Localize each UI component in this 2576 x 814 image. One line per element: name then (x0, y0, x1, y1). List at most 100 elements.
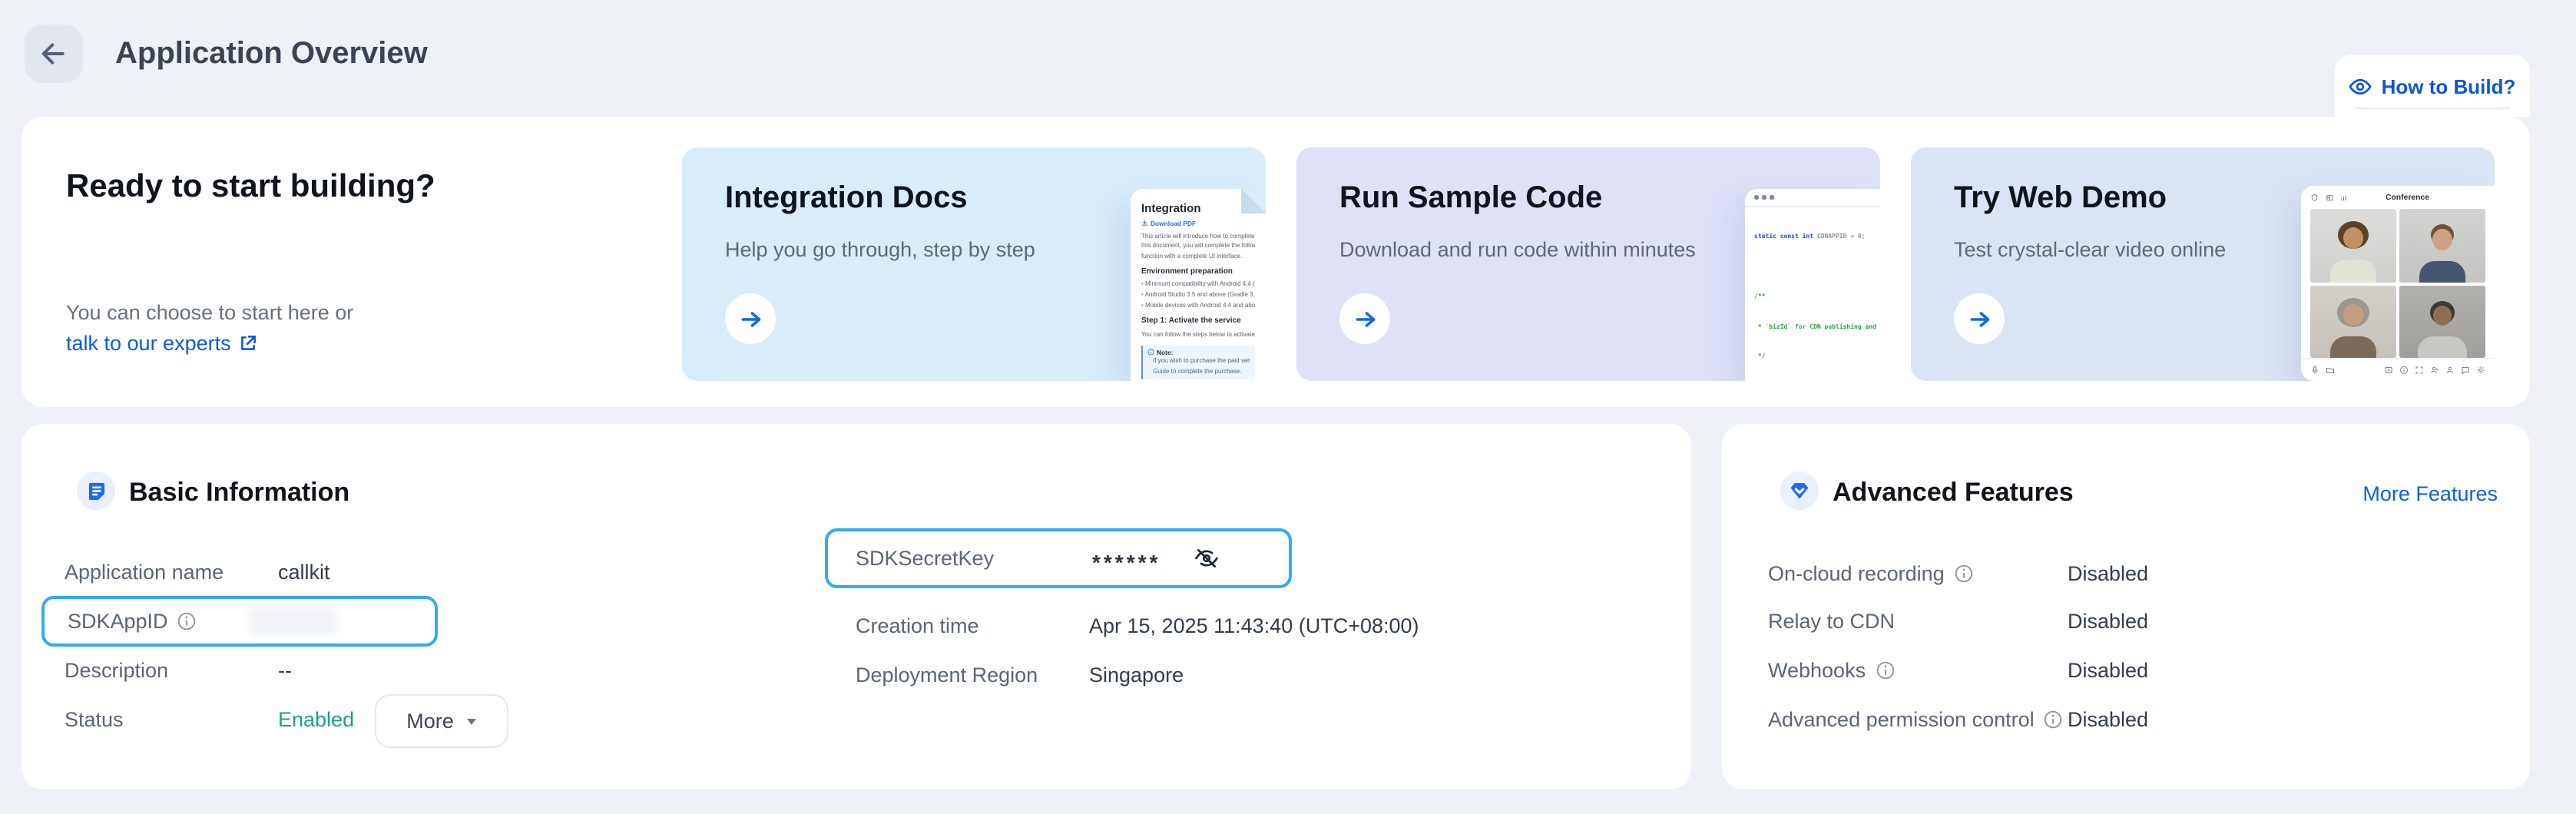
page-title: Application Overview (115, 37, 428, 72)
window-dot (1762, 195, 1766, 199)
deployment-region-label: Deployment Region (856, 663, 1038, 687)
info-icon[interactable] (1954, 564, 1974, 584)
doc-preview-thumbnail: Integration Download PDF This article wi… (1131, 189, 1266, 381)
tab-divider (2355, 108, 2510, 109)
info-icon[interactable] (1875, 660, 1895, 680)
card-title: Integration Docs (725, 181, 968, 217)
window-dot (1754, 195, 1758, 199)
note-info-icon (1147, 349, 1154, 356)
doc-preview-title: Integration (1141, 201, 1255, 215)
shield-icon (2310, 194, 2319, 202)
go-docs-arrow-button[interactable] (725, 293, 776, 344)
description-label: Description (65, 659, 168, 682)
basic-info-icon-badge (77, 472, 115, 510)
how-to-build-tab[interactable]: How to Build? (2335, 55, 2530, 117)
sdkappid-row-highlight: SDKAppID (41, 596, 438, 647)
feature-row-value: Disabled (2068, 562, 2148, 585)
info-icon[interactable] (2044, 710, 2064, 730)
doc-body-line: function with a complete UI interface. (1141, 252, 1255, 262)
person-add-icon (2430, 366, 2439, 375)
advanced-features-title: Advanced Features (1833, 478, 2074, 508)
doc-note-box: Note: If you wish to purchase the paid v… (1141, 346, 1255, 380)
application-overview-page: Application Overview How to Build? Ready… (0, 0, 2576, 814)
download-icon (1141, 220, 1148, 227)
doc-body-line: this document, you will complete the fol… (1141, 242, 1255, 252)
ready-subtext: You can choose to start here or (66, 301, 353, 324)
card-subtitle: Download and run code within minutes (1339, 238, 1696, 261)
eye-icon (2349, 74, 2372, 98)
download-pdf-label: Download PDF (1151, 219, 1196, 227)
run-sample-code-card[interactable]: Run Sample Code Download and run code wi… (1296, 147, 1880, 381)
status-badge: Enabled (278, 708, 354, 731)
conference-header: Conference (2301, 186, 2495, 209)
document-icon (85, 480, 107, 501)
add-box-icon (2384, 366, 2393, 375)
doc-note-line: If you wish to purchase the paid version… (1147, 356, 1250, 367)
sdksecretkey-row-highlight: SDKSecretKey ****** (825, 528, 1292, 588)
doc-bullet: Minimum compatibility with Android 4.4 (… (1141, 279, 1255, 290)
more-features-link[interactable]: More Features (2362, 482, 2498, 505)
how-to-build-label: How to Build? (2382, 74, 2516, 98)
share-screen-icon (2326, 366, 2335, 375)
doc-preview-body: This article will introduce how to compl… (1141, 232, 1255, 262)
go-sample-code-arrow-button[interactable] (1339, 293, 1390, 344)
signal-icon (2339, 194, 2348, 202)
external-link-icon (239, 333, 259, 353)
feature-row-value: Disabled (2068, 659, 2148, 682)
video-tile-person (2399, 209, 2485, 282)
advanced-features-icon-badge (1780, 472, 1819, 510)
settings-gear-icon (2476, 366, 2485, 375)
video-tile-person (2310, 209, 2396, 282)
code-lines: static const int CDNAPPID = 0; /** * `bi… (1745, 207, 1880, 381)
video-tile-person (2399, 285, 2485, 358)
integration-docs-card[interactable]: Integration Docs Help you go through, st… (682, 147, 1266, 381)
video-tiles-grid (2310, 209, 2485, 358)
secret-key-masked-value: ****** (1092, 543, 1161, 574)
code-window-bar (1745, 189, 1880, 207)
doc-note-line: Guide to complete the purchase. (1147, 366, 1250, 377)
try-web-demo-card[interactable]: Try Web Demo Test crystal-clear video on… (1911, 147, 2495, 381)
doc-env-heading: Environment preparation (1141, 267, 1255, 276)
secret-key-label: SDKSecretKey (856, 547, 994, 570)
card-title: Try Web Demo (1954, 181, 2167, 217)
code-preview-thumbnail: static const int CDNAPPID = 0; /** * `bi… (1745, 189, 1880, 381)
info-icon[interactable] (177, 611, 197, 631)
feature-row-label: On-cloud recording (1768, 562, 1974, 585)
doc-note-title: Note: (1157, 349, 1173, 356)
ready-heading: Ready to start building? (66, 169, 435, 206)
deployment-region-value: Singapore (1089, 663, 1184, 687)
arrow-right-icon (738, 306, 763, 331)
application-name-label: Application name (65, 561, 223, 584)
basic-info-panel: Basic Information Application name callk… (22, 424, 1691, 789)
creation-time-value: Apr 15, 2025 11:43:40 (UTC+08:00) (1089, 614, 1419, 637)
doc-step-heading: Step 1: Activate the service (1141, 316, 1255, 326)
mic-icon (2310, 366, 2319, 375)
sdkappid-label: SDKAppID (68, 610, 168, 633)
basic-info-title: Basic Information (129, 478, 349, 508)
status-label: Status (65, 708, 124, 731)
info-circle-icon (2399, 366, 2409, 375)
video-tile-person (2310, 285, 2396, 358)
advanced-features-panel: Advanced Features More Features On-cloud… (1722, 424, 2530, 789)
conference-toolbar (2301, 358, 2495, 381)
back-arrow-icon (38, 38, 69, 69)
experts-link-label: talk to our experts (66, 332, 231, 355)
doc-bullet: Android Studio 3.5 and above (Gradle 3.5… (1141, 290, 1255, 300)
chat-icon (2461, 366, 2470, 375)
gem-shield-icon (1788, 479, 1811, 502)
download-pdf-link: Download PDF (1141, 219, 1255, 227)
experts-link[interactable]: talk to our experts (66, 332, 259, 355)
back-button[interactable] (25, 25, 83, 83)
doc-step-body: You can follow the steps below to activa… (1141, 331, 1255, 341)
person-icon (2445, 366, 2455, 375)
doc-body-line: This article will introduce how to compl… (1141, 232, 1255, 242)
layout-icon (2325, 194, 2333, 202)
get-started-panel: Ready to start building? You can choose … (22, 117, 2530, 407)
card-title: Run Sample Code (1339, 181, 1602, 217)
more-dropdown-button[interactable]: More (375, 694, 508, 748)
eye-off-icon[interactable] (1194, 545, 1220, 571)
conference-title: Conference (2354, 193, 2485, 202)
arrow-right-icon (1967, 306, 1992, 331)
creation-time-label: Creation time (856, 614, 979, 637)
go-web-demo-arrow-button[interactable] (1954, 293, 2005, 344)
